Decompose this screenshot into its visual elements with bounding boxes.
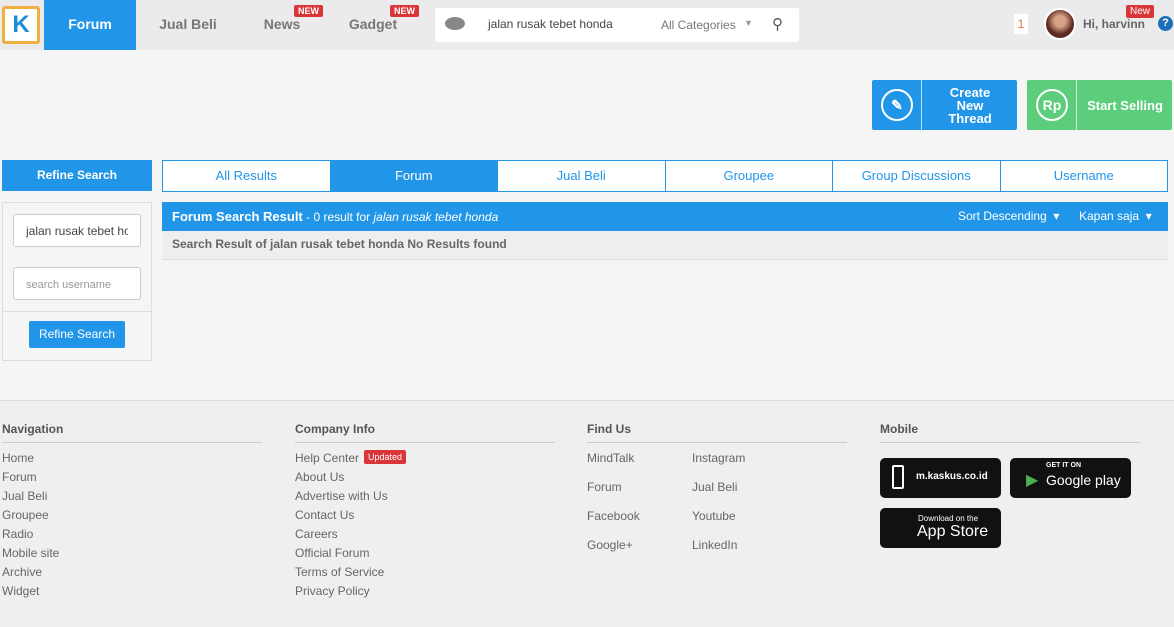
gp-small-label: GET IT ON — [1046, 462, 1081, 469]
chat-icon[interactable] — [445, 17, 465, 30]
category-select[interactable]: All Categories — [661, 18, 736, 32]
new-badge: New — [1126, 5, 1155, 18]
footer-link[interactable]: Privacy Policy — [295, 584, 370, 598]
footer-link[interactable]: Jual Beli — [2, 489, 47, 503]
footer-link[interactable]: LinkedIn — [692, 538, 737, 552]
search-icon[interactable]: ⚲ — [772, 15, 783, 33]
help-icon[interactable]: ? — [1158, 16, 1173, 31]
refine-search-button[interactable]: Refine Search — [29, 321, 125, 348]
nav-news[interactable]: News NEW — [240, 0, 324, 50]
footer-link[interactable]: Careers — [295, 527, 338, 541]
results-header: Forum Search Result - 0 result for jalan… — [162, 202, 1168, 231]
tab-group-discussions[interactable]: Group Discussions — [833, 161, 1001, 191]
footer-link[interactable]: Archive — [2, 565, 42, 579]
username-input[interactable] — [13, 267, 141, 300]
nav-gadget-label: Gadget — [348, 16, 398, 32]
refine-search-panel: Refine Search — [2, 202, 152, 361]
footer-link[interactable]: Forum — [587, 480, 622, 494]
mobile-site-label: m.kaskus.co.id — [916, 471, 988, 482]
phone-icon — [892, 465, 904, 489]
sort-label: Sort Descending — [958, 209, 1047, 223]
footer-link[interactable]: About Us — [295, 470, 344, 484]
footer-link[interactable]: Radio — [2, 527, 33, 541]
time-dropdown[interactable]: Kapan saja ▾ — [1079, 202, 1152, 231]
keyword-input[interactable] — [13, 214, 141, 247]
start-selling-label: Start Selling — [1087, 97, 1163, 113]
as-small-label: Download on the — [918, 514, 979, 523]
app-store-badge[interactable]: Download on the App Store — [880, 508, 1001, 548]
nav-gadget[interactable]: Gadget NEW — [330, 0, 419, 50]
footer-navigation-title: Navigation — [2, 422, 262, 443]
nav-news-label: News — [263, 16, 301, 32]
footer-link[interactable]: Instagram — [692, 451, 745, 465]
search-bar: jalan rusak tebet honda All Categories ▼… — [435, 8, 799, 42]
user-greeting[interactable]: Hi, harvinn — [1083, 17, 1145, 31]
footer-link[interactable]: Mobile site — [2, 546, 59, 560]
play-icon: ▶ — [1026, 472, 1039, 489]
new-badge: NEW — [390, 5, 419, 17]
footer-link[interactable]: Advertise with Us — [295, 489, 388, 503]
no-results-message: Search Result of jalan rusak tebet honda… — [162, 231, 1168, 260]
results-count: - 0 result for — [306, 210, 371, 224]
footer-link[interactable]: Widget — [2, 584, 39, 598]
tab-forum[interactable]: Forum — [330, 161, 498, 191]
google-play-badge[interactable]: ▶ GET IT ON Google play — [1010, 458, 1131, 498]
avatar[interactable] — [1044, 8, 1076, 40]
nav-jual-beli[interactable]: Jual Beli — [140, 0, 236, 50]
footer-link[interactable]: Jual Beli — [692, 480, 737, 494]
pencil-icon: ✎ — [881, 89, 913, 121]
new-badge: NEW — [294, 5, 323, 17]
footer-link[interactable]: Youtube — [692, 509, 736, 523]
footer-findus-title: Find Us — [587, 422, 847, 443]
tab-all-results[interactable]: All Results — [163, 161, 331, 191]
footer-link[interactable]: Help Center — [295, 451, 359, 465]
nav-forum[interactable]: Forum — [44, 0, 136, 50]
notification-count[interactable]: 1 — [1014, 14, 1028, 34]
sort-dropdown[interactable]: Sort Descending ▾ — [958, 202, 1059, 231]
create-thread-button[interactable]: ✎ Create New Thread — [872, 80, 1017, 130]
gp-big-label: Google play — [1046, 472, 1121, 488]
footer-link[interactable]: Home — [2, 451, 34, 465]
tab-username[interactable]: Username — [1001, 161, 1168, 191]
tab-groupee[interactable]: Groupee — [666, 161, 833, 191]
mobile-site-badge[interactable]: m.kaskus.co.id — [880, 458, 1001, 498]
footer-link[interactable]: Contact Us — [295, 508, 354, 522]
results-title: Forum Search Result — [172, 209, 303, 224]
tab-jual-beli[interactable]: Jual Beli — [498, 161, 666, 191]
footer-link[interactable]: Facebook — [587, 509, 640, 523]
footer-link[interactable]: MindTalk — [587, 451, 634, 465]
footer-link[interactable]: Groupee — [2, 508, 49, 522]
footer-link[interactable]: Google+ — [587, 538, 633, 552]
kaskus-logo[interactable]: K — [2, 6, 40, 44]
start-selling-button[interactable]: Rp Start Selling — [1027, 80, 1172, 130]
footer-mobile-title: Mobile — [880, 422, 1140, 443]
as-big-label: App Store — [917, 523, 989, 540]
result-tabs: All Results Forum Jual Beli Groupee Grou… — [162, 160, 1168, 192]
footer-company-title: Company Info — [295, 422, 555, 443]
time-label: Kapan saja — [1079, 209, 1140, 223]
create-thread-label: Create New Thread — [948, 84, 992, 126]
refine-search-title: Refine Search — [2, 160, 152, 191]
results-query: jalan rusak tebet honda — [373, 210, 499, 224]
chevron-down-icon: ▼ — [744, 18, 753, 28]
footer-link[interactable]: Forum — [2, 470, 37, 484]
rupiah-icon: Rp — [1036, 89, 1068, 121]
updated-badge: Updated — [364, 450, 407, 464]
footer-link[interactable]: Official Forum — [295, 546, 369, 560]
footer: Navigation Home Forum Jual Beli Groupee … — [0, 400, 1174, 627]
footer-link[interactable]: Terms of Service — [295, 565, 384, 579]
search-input[interactable]: jalan rusak tebet honda — [488, 17, 613, 31]
